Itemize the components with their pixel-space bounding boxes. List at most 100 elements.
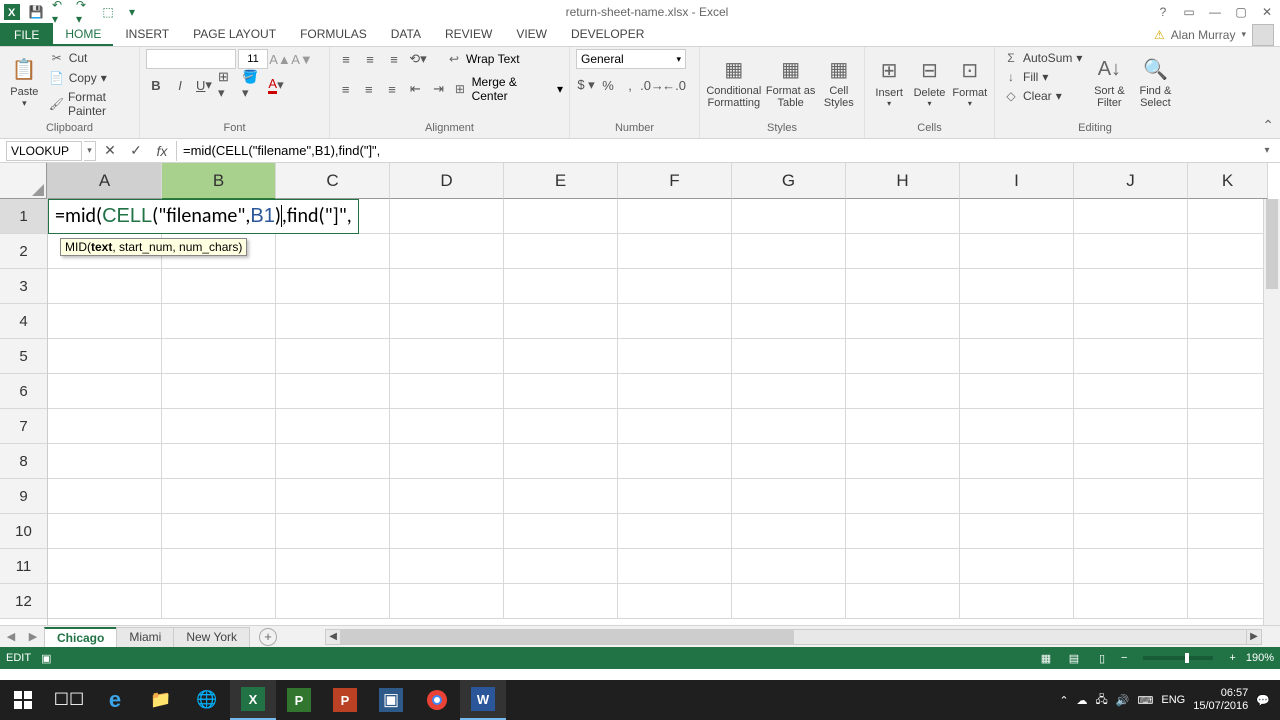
cell[interactable] (960, 199, 1074, 234)
cell[interactable] (390, 514, 504, 549)
cell[interactable] (162, 479, 276, 514)
tray-volume-icon[interactable]: 🔊 (1116, 694, 1130, 707)
cell[interactable] (1188, 374, 1268, 409)
cell[interactable] (960, 479, 1074, 514)
row-header[interactable]: 10 (0, 514, 47, 549)
cell[interactable] (846, 479, 960, 514)
cell[interactable] (48, 339, 162, 374)
hscroll-left-icon[interactable]: ◀ (325, 629, 341, 645)
wrap-text-button[interactable]: Wrap Text (466, 52, 520, 66)
row-header[interactable]: 5 (0, 339, 47, 374)
cell[interactable] (504, 514, 618, 549)
cell[interactable] (162, 584, 276, 619)
cell[interactable] (618, 304, 732, 339)
cell[interactable] (1074, 479, 1188, 514)
bold-button[interactable]: B (146, 75, 166, 95)
cell[interactable] (732, 339, 846, 374)
tab-home[interactable]: HOME (53, 23, 113, 46)
formula-bar-input[interactable] (176, 141, 1258, 161)
cell[interactable] (846, 514, 960, 549)
fx-icon[interactable]: fx (150, 141, 174, 161)
cell[interactable] (162, 549, 276, 584)
conditional-formatting-button[interactable]: ▦ Conditional Formatting (706, 49, 762, 115)
cell[interactable] (732, 234, 846, 269)
col-header[interactable]: B (162, 163, 276, 199)
cell[interactable] (276, 234, 390, 269)
save-icon[interactable]: 💾 (28, 4, 44, 20)
cell[interactable] (276, 304, 390, 339)
zoom-in-icon[interactable]: + (1229, 652, 1235, 664)
cell[interactable] (618, 444, 732, 479)
cell[interactable] (960, 444, 1074, 479)
word-icon[interactable]: W (460, 680, 506, 720)
cell[interactable] (1188, 479, 1268, 514)
collapse-ribbon-icon[interactable]: ⌃ (1262, 117, 1274, 134)
col-header[interactable]: G (732, 163, 846, 199)
close-icon[interactable]: ✕ (1257, 2, 1277, 22)
restore-icon[interactable]: ▢ (1231, 2, 1251, 22)
cell[interactable] (732, 199, 846, 234)
active-cell-edit[interactable]: =mid(CELL("filename",B1),find("]", (48, 199, 359, 234)
increase-indent-icon[interactable]: ⇥ (429, 79, 448, 99)
cell[interactable] (276, 269, 390, 304)
cell[interactable] (960, 339, 1074, 374)
cell[interactable] (732, 479, 846, 514)
comma-icon[interactable]: , (620, 75, 640, 95)
row-header[interactable]: 4 (0, 304, 47, 339)
cell[interactable] (162, 304, 276, 339)
col-header[interactable]: H (846, 163, 960, 199)
tray-clock[interactable]: 06:57 15/07/2016 (1193, 687, 1248, 713)
cell[interactable] (48, 269, 162, 304)
globe-icon[interactable]: 🌐 (184, 680, 230, 720)
cell[interactable] (504, 479, 618, 514)
tray-up-icon[interactable]: ⌃ (1059, 694, 1068, 707)
cell[interactable] (504, 199, 618, 234)
tray-keyboard-icon[interactable]: ⌨ (1138, 694, 1154, 707)
font-color-button[interactable]: A ▾ (266, 75, 286, 95)
cell[interactable] (1074, 444, 1188, 479)
col-header[interactable]: I (960, 163, 1074, 199)
cell[interactable] (732, 409, 846, 444)
page-layout-view-icon[interactable]: ▤ (1065, 649, 1083, 667)
cell[interactable] (504, 374, 618, 409)
cell[interactable] (732, 304, 846, 339)
cell[interactable] (846, 584, 960, 619)
touch-icon[interactable]: ⬚ (100, 4, 116, 20)
cell[interactable] (618, 339, 732, 374)
cell[interactable] (48, 444, 162, 479)
cell[interactable] (1188, 269, 1268, 304)
horizontal-scrollbar[interactable] (341, 629, 1246, 645)
cell[interactable] (1188, 584, 1268, 619)
cell[interactable] (48, 304, 162, 339)
font-name-input[interactable] (146, 49, 236, 69)
excel-taskbar-icon[interactable]: X (230, 680, 276, 720)
cell[interactable] (390, 374, 504, 409)
increase-decimal-icon[interactable]: .0→ (642, 75, 662, 95)
tab-insert[interactable]: INSERT (113, 23, 181, 46)
align-center-icon[interactable]: ≡ (359, 79, 378, 99)
align-middle-icon[interactable]: ≡ (360, 49, 380, 69)
cell[interactable] (1188, 234, 1268, 269)
clear-button[interactable]: ◇Clear ▾ (1001, 87, 1084, 105)
row-header[interactable]: 11 (0, 549, 47, 584)
cell[interactable] (162, 444, 276, 479)
cell[interactable] (1074, 514, 1188, 549)
cell[interactable] (48, 549, 162, 584)
cell[interactable] (618, 549, 732, 584)
cell[interactable] (48, 409, 162, 444)
cell[interactable] (1074, 584, 1188, 619)
sheet-tab-chicago[interactable]: Chicago (44, 627, 117, 647)
cell[interactable] (618, 514, 732, 549)
horizontal-scroll-thumb[interactable] (341, 630, 793, 644)
find-select-button[interactable]: 🔍Find &Select (1134, 49, 1176, 115)
cell[interactable] (960, 374, 1074, 409)
page-break-view-icon[interactable]: ▯ (1093, 649, 1111, 667)
format-as-table-button[interactable]: ▦ Format as Table (766, 49, 816, 115)
cell[interactable] (732, 444, 846, 479)
camtasia-icon[interactable]: ▣ (368, 680, 414, 720)
row-header[interactable]: 3 (0, 269, 47, 304)
cell[interactable] (390, 199, 504, 234)
cell[interactable] (162, 339, 276, 374)
cell[interactable] (504, 584, 618, 619)
row-header[interactable]: 8 (0, 444, 47, 479)
